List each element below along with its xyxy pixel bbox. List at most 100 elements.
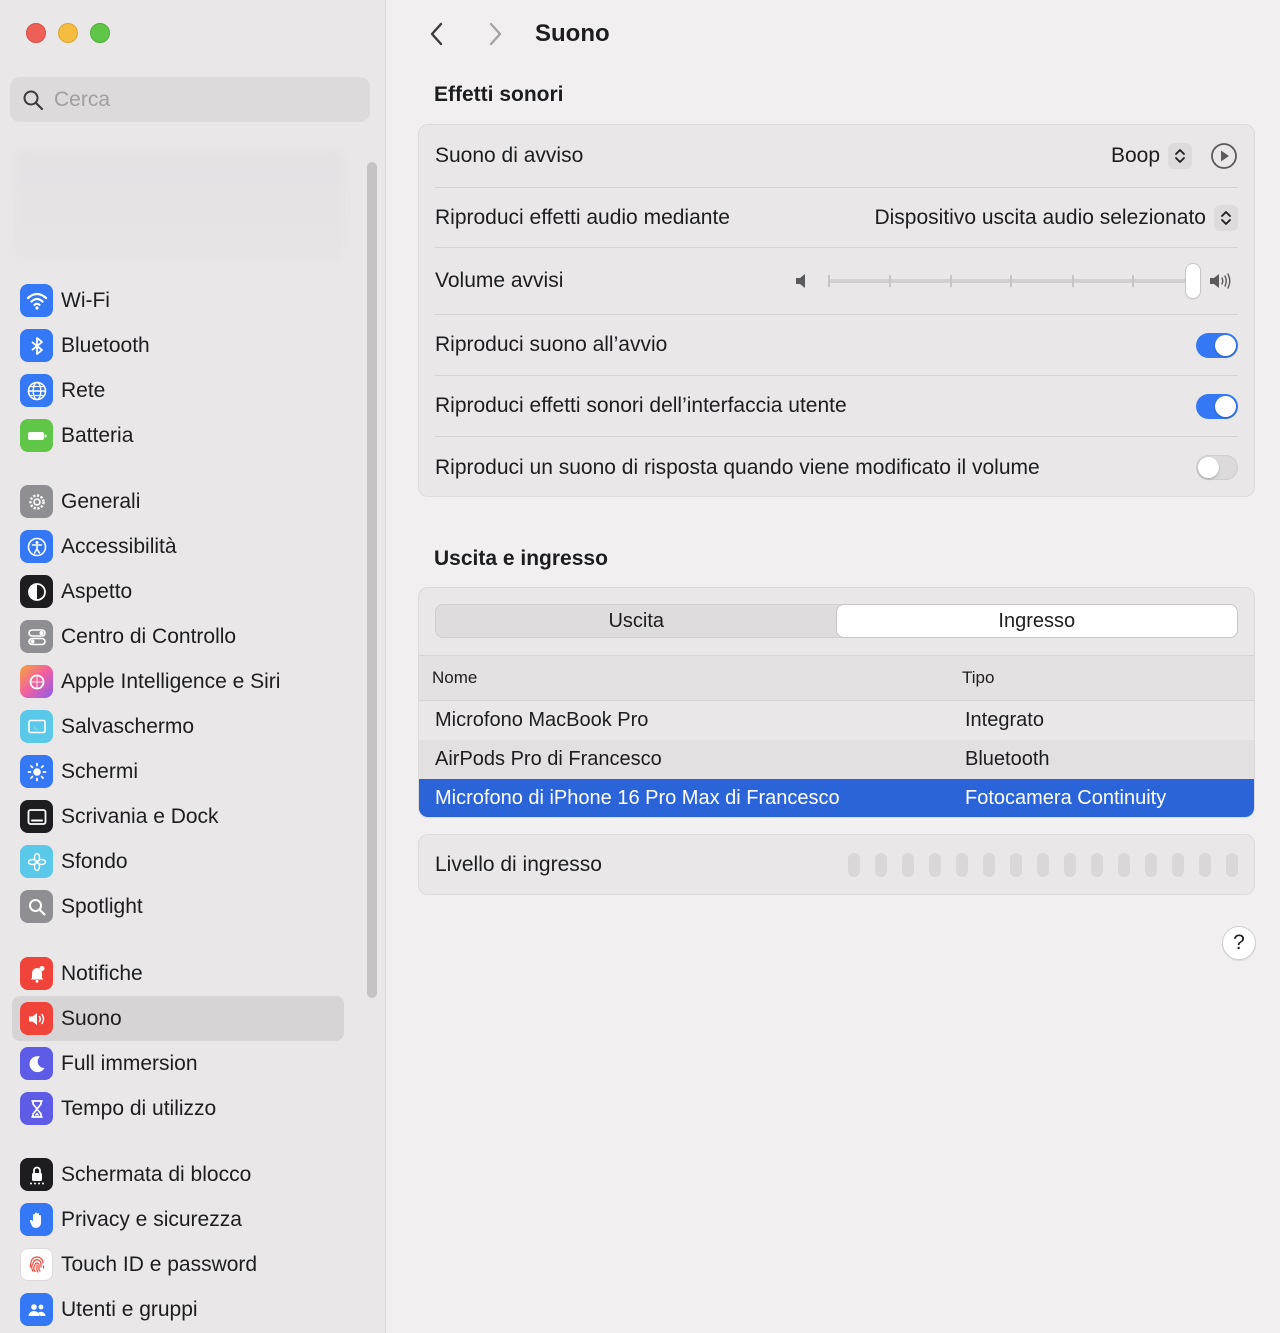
sidebar-item-spotlight[interactable]: Spotlight [12, 884, 344, 929]
ui-sounds-toggle[interactable] [1196, 393, 1238, 419]
sidebar-item-network[interactable]: Rete [12, 368, 344, 413]
table-row[interactable]: Microfono MacBook Pro Integrato [419, 701, 1254, 740]
table-row-selected[interactable]: Microfono di iPhone 16 Pro Max di France… [419, 779, 1254, 817]
bell-icon [20, 957, 53, 990]
help-button[interactable]: ? [1222, 926, 1256, 960]
back-button[interactable] [417, 14, 457, 54]
sidebar-item-label: Notifiche [61, 961, 143, 985]
tab-output[interactable]: Uscita [436, 605, 837, 637]
tab-input[interactable]: Ingresso [836, 605, 1237, 637]
input-level-row: Livello di ingresso [435, 835, 1238, 894]
gear-icon [20, 485, 53, 518]
sidebar-item-users-groups[interactable]: Utenti e gruppi [12, 1287, 344, 1332]
sidebar-item-label: Centro di Controllo [61, 624, 237, 648]
section-title-sound-effects: Effetti sonori [434, 83, 564, 106]
level-segment [1010, 852, 1022, 877]
sidebar-item-touch-id[interactable]: Touch ID e password [12, 1242, 344, 1287]
toggle-knob [1215, 395, 1236, 417]
minimize-window-button[interactable] [58, 23, 78, 43]
sidebar-item-label: Privacy e sicurezza [61, 1207, 242, 1231]
lock-icon [20, 1158, 53, 1191]
sidebar-item-label: Rete [61, 378, 106, 402]
search-input[interactable] [54, 87, 354, 112]
level-segment [1091, 852, 1103, 877]
zoom-window-button[interactable] [90, 23, 110, 43]
output-input-segmented-control: Uscita Ingresso [435, 604, 1238, 638]
play-through-popup[interactable]: Dispositivo uscita audio selezionato [874, 204, 1238, 231]
sidebar-item-label: Accessibilità [61, 534, 177, 558]
sidebar-item-privacy-security[interactable]: Privacy e sicurezza [12, 1197, 344, 1242]
sidebar-group-general: Generali Accessibilità Aspetto Centro di… [12, 479, 344, 929]
sidebar-item-label: Spotlight [61, 894, 143, 918]
sidebar-item-displays[interactable]: Schermi [12, 749, 344, 794]
sidebar-item-general[interactable]: Generali [12, 479, 344, 524]
control-center-icon [20, 620, 53, 653]
input-level-meter [848, 852, 1238, 877]
sidebar-item-sound[interactable]: Suono [12, 996, 344, 1041]
sidebar-item-wallpaper[interactable]: Sfondo [12, 839, 344, 884]
level-segment [1145, 852, 1157, 877]
table-row[interactable]: AirPods Pro di Francesco Bluetooth [419, 740, 1254, 779]
close-window-button[interactable] [26, 23, 46, 43]
sound-effects-card: Suono di avviso Boop Riproduci effetti a… [418, 124, 1255, 497]
volume-high-icon [1210, 273, 1231, 289]
volume-feedback-row: Riproduci un suono di risposta quando vi… [435, 437, 1238, 498]
column-header-name[interactable]: Nome [419, 668, 949, 688]
sidebar-item-notifications[interactable]: Notifiche [12, 951, 344, 996]
sidebar-item-label: Sfondo [61, 849, 128, 873]
account-profile-blurred[interactable] [14, 150, 344, 260]
sidebar-item-battery[interactable]: Batteria [12, 413, 344, 458]
forward-button[interactable] [475, 14, 515, 54]
alert-sound-value: Boop [1110, 144, 1160, 167]
chevron-right-icon [489, 22, 502, 46]
speaker-icon [20, 1002, 53, 1035]
screensaver-icon [20, 710, 53, 743]
level-segment [1199, 852, 1211, 877]
column-header-type[interactable]: Tipo [949, 668, 994, 688]
level-segment [1064, 852, 1076, 877]
siri-icon [20, 665, 53, 698]
hand-icon [20, 1203, 53, 1236]
sidebar-item-label: Salvaschermo [61, 714, 195, 738]
sidebar-item-focus[interactable]: Full immersion [12, 1041, 344, 1086]
alert-volume-slider[interactable] [820, 264, 1200, 298]
sidebar-item-wifi[interactable]: Wi-Fi [12, 278, 344, 323]
sidebar-group-security: Schermata di blocco Privacy e sicurezza … [12, 1152, 344, 1332]
sidebar-item-control-center[interactable]: Centro di Controllo [12, 614, 344, 659]
sidebar-item-lock-screen[interactable]: Schermata di blocco [12, 1152, 344, 1197]
play-button[interactable] [1210, 142, 1238, 170]
level-segment [983, 852, 995, 877]
sidebar-item-appearance[interactable]: Aspetto [12, 569, 344, 614]
ui-sounds-label: Riproduci effetti sonori dell’interfacci… [435, 394, 847, 417]
slider-knob[interactable] [1186, 264, 1200, 298]
play-through-row: Riproduci effetti audio mediante Disposi… [435, 188, 1238, 248]
alert-volume-label: Volume avvisi [435, 269, 564, 292]
flower-icon [20, 845, 53, 878]
sidebar-item-desktop-dock[interactable]: Scrivania e Dock [12, 794, 344, 839]
sidebar-group-notifications: Notifiche Suono Full immersion Tempo di … [12, 951, 344, 1131]
sidebar-item-apple-intelligence-siri[interactable]: Apple Intelligence e Siri [12, 659, 344, 704]
slider-tick [1010, 275, 1012, 287]
sidebar-item-label: Scrivania e Dock [61, 804, 219, 828]
sidebar-item-label: Touch ID e password [61, 1252, 258, 1276]
slider-tick [1132, 275, 1134, 287]
level-segment [902, 852, 914, 877]
sidebar-scrollbar[interactable] [367, 162, 377, 998]
sidebar-item-accessibility[interactable]: Accessibilità [12, 524, 344, 569]
input-level-card: Livello di ingresso [418, 834, 1255, 895]
level-segment [956, 852, 968, 877]
sidebar: Wi-Fi Bluetooth Rete Batteria Gene [0, 0, 386, 1333]
sidebar-item-screen-time[interactable]: Tempo di utilizzo [12, 1086, 344, 1131]
play-through-label: Riproduci effetti audio mediante [435, 205, 730, 229]
sidebar-item-bluetooth[interactable]: Bluetooth [12, 323, 344, 368]
volume-feedback-toggle[interactable] [1196, 455, 1238, 480]
startup-sound-toggle[interactable] [1196, 332, 1238, 358]
sidebar-item-label: Generali [61, 489, 141, 513]
sidebar-item-label: Tempo di utilizzo [61, 1096, 217, 1120]
chevron-up-down-icon [1214, 204, 1238, 231]
sidebar-item-screensaver[interactable]: Salvaschermo [12, 704, 344, 749]
alert-sound-row: Suono di avviso Boop [435, 125, 1238, 188]
moon-icon [20, 1047, 53, 1080]
search-field[interactable] [10, 77, 370, 122]
alert-sound-popup[interactable]: Boop [1111, 143, 1192, 169]
